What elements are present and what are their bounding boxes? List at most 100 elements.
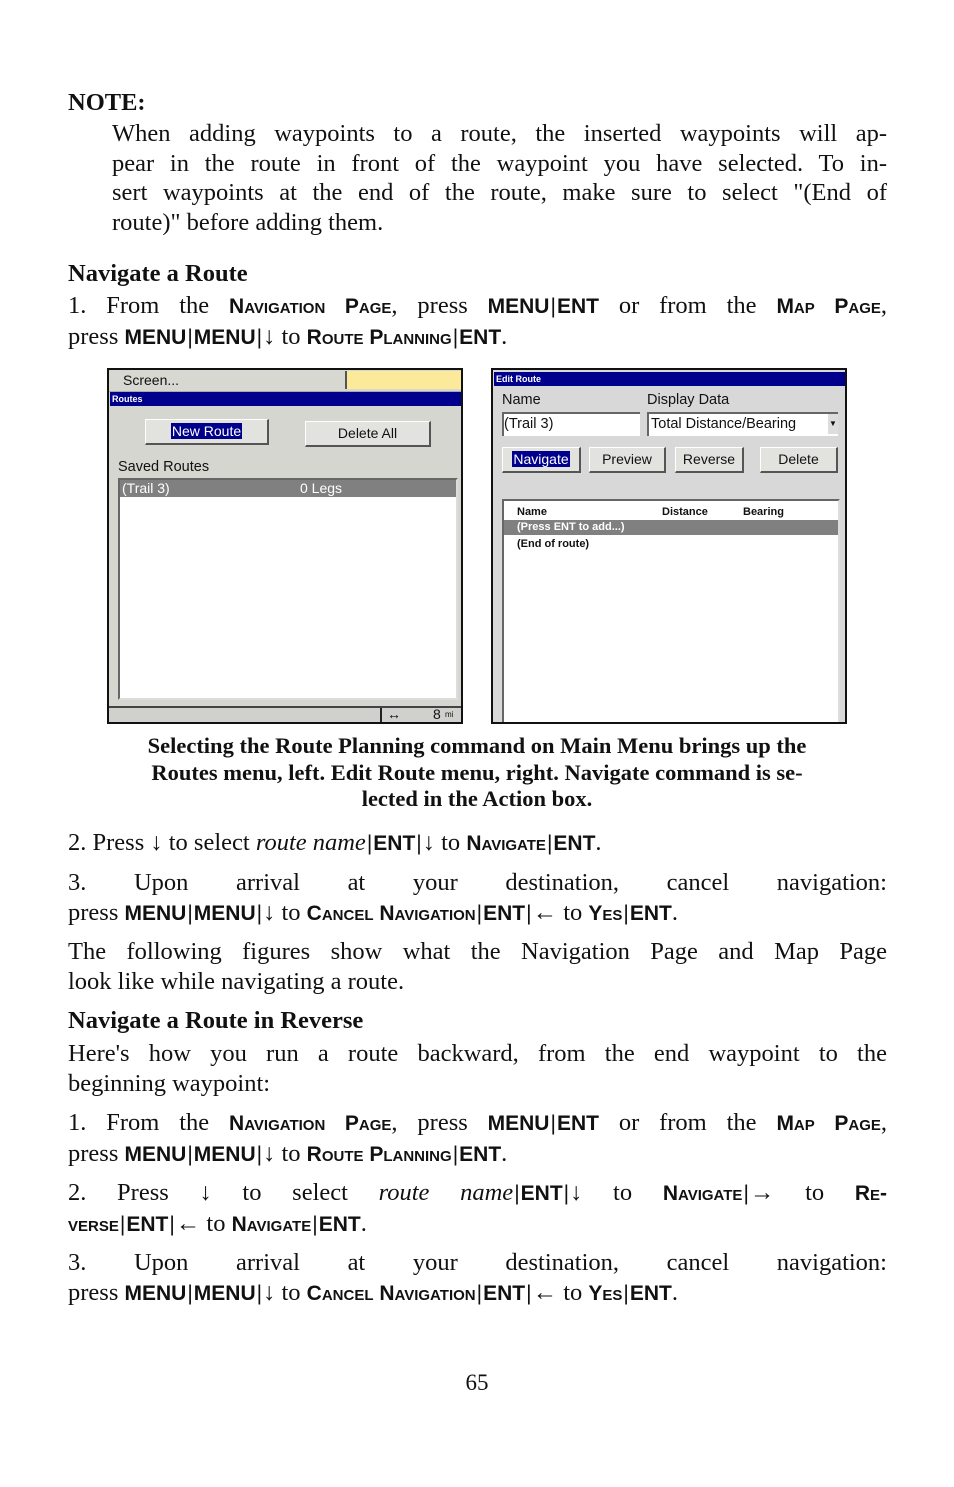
key-name: MENU (193, 325, 256, 349)
text-segment: press (68, 898, 125, 926)
text-segment: Here's how you run a route backward, fro… (68, 1040, 887, 1067)
display-data-select[interactable]: Total Distance/Bearing ▼ (647, 412, 838, 436)
navigate-button[interactable]: Navigate (502, 447, 581, 473)
text-segment: route)" before adding them. (112, 209, 384, 237)
column-bearing: Bearing (743, 506, 784, 518)
key-separator: | (312, 1212, 318, 1236)
text-segment: 2. Press (68, 829, 151, 856)
text-line: 3. Upon arrival at your destination, can… (68, 1248, 887, 1278)
section-heading-navigate-route: Navigate a Route (68, 260, 248, 287)
saved-routes-list[interactable]: (Trail 3) 0 Legs (118, 478, 458, 700)
key-name: ENT (629, 901, 672, 925)
menu-command: Cancel Navigation (306, 901, 476, 925)
text-segment: . (501, 1139, 508, 1167)
name-label: Name (502, 392, 541, 408)
text-line: look like while navigating a route. (68, 967, 887, 997)
menu-command: Navigation Page (229, 1112, 392, 1135)
text-segment: . (360, 1209, 367, 1237)
text-line: 2. Press ↓ to select route name|ENT|↓ to… (68, 1178, 887, 1209)
text-segment: 1. From the (68, 1109, 230, 1136)
key-name: MENU (124, 325, 187, 349)
key-name: MENU (124, 901, 187, 925)
key-separator: | (526, 901, 532, 925)
text-segment: ↓ (570, 1179, 583, 1206)
text-segment: to (435, 829, 467, 856)
delete-all-button[interactable]: Delete All (305, 421, 431, 447)
text-segment: press (68, 322, 125, 350)
text-segment: ← (532, 898, 558, 926)
route-row[interactable]: (Trail 3) 0 Legs (120, 480, 456, 497)
menu-command: verse (68, 1212, 119, 1236)
key-separator: | (563, 1182, 570, 1205)
key-separator: | (526, 1281, 532, 1305)
waypoint-list[interactable]: Name Distance Bearing (Press ENT to add.… (502, 499, 840, 722)
reverse-button[interactable]: Reverse (675, 447, 744, 473)
key-name: MENU (124, 1281, 187, 1305)
text-segment: ← (532, 1278, 558, 1306)
page-number: 65 (465, 1370, 489, 1395)
text-segment: pear in the route in front of the waypoi… (112, 149, 887, 177)
screen-menu-item[interactable]: Screen... (123, 372, 179, 388)
text-segment: ↓ (150, 829, 163, 856)
text-segment: ← (175, 1209, 201, 1237)
new-route-button[interactable]: New Route (145, 419, 269, 445)
key-separator: | (169, 1212, 175, 1236)
key-name: ENT (629, 1281, 672, 1305)
text-segment: to (557, 898, 589, 926)
edit-route-screen: Edit Route Name Display Data (Trail 3) T… (491, 368, 847, 724)
text-segment: to (275, 322, 307, 350)
text-segment: to (275, 898, 307, 926)
scale-arrows-icon: ↔ (387, 706, 401, 722)
chevron-down-icon[interactable]: ▼ (828, 414, 838, 434)
text-line: route)" before adding them. (112, 208, 887, 238)
new-route-label: New Route (170, 423, 243, 439)
menu-command: Cancel Navigation (306, 1281, 476, 1305)
text-segment: , press (391, 292, 488, 319)
step-3: 3. Upon arrival at your destination, can… (68, 868, 887, 928)
text-segment: to (275, 1139, 307, 1167)
key-name: ENT (126, 1212, 169, 1236)
text-line: beginning waypoint: (68, 1069, 887, 1099)
text-segment: or from the (598, 1109, 777, 1136)
menu-command: Route Planning (306, 1142, 452, 1166)
menu-command: Route Planning (306, 325, 452, 349)
key-separator: | (476, 901, 483, 925)
text-segment: press (68, 1139, 125, 1167)
key-separator: | (743, 1182, 749, 1205)
preview-button[interactable]: Preview (589, 447, 666, 473)
list-item[interactable]: (Press ENT to add...) (504, 520, 838, 535)
key-separator: | (187, 1281, 193, 1305)
menu-strip: Screen... (109, 370, 461, 392)
text-segment: look like while navigating a route. (68, 967, 405, 995)
name-input[interactable]: (Trail 3) (502, 412, 640, 436)
key-name: MENU (193, 901, 256, 925)
text-segment: ↓ (263, 1278, 276, 1306)
text-segment: sert waypoints at the end of the route, … (112, 179, 887, 207)
key-name: MENU (193, 1142, 256, 1166)
caption-line: Selecting the Route Planning command on … (147, 733, 807, 758)
text-segment: , (880, 1109, 887, 1136)
text-segment: , (880, 292, 887, 319)
text-line: 1. From the Navigation Page, press MENU|… (68, 291, 887, 322)
key-name: ENT (459, 325, 502, 349)
text-line: pear in the route in front of the waypoi… (112, 149, 887, 179)
key-separator: | (187, 901, 193, 925)
reverse-step-3: 3. Upon arrival at your destination, can… (68, 1248, 887, 1308)
menu-command: Map Page (776, 295, 881, 318)
status-bar: ↔ 8 mi (109, 706, 461, 722)
text-segment: or from the (598, 292, 777, 319)
menu-command: Re- (854, 1182, 888, 1205)
column-name: Name (517, 506, 547, 518)
routes-title-bar: Routes (110, 392, 461, 406)
text-segment: . (501, 322, 508, 350)
key-name: ENT (318, 1212, 361, 1236)
text-segment: ↓ (263, 898, 276, 926)
delete-button[interactable]: Delete (760, 447, 838, 473)
caption-line: lected in the Action box. (361, 786, 593, 811)
text-segment: → (749, 1179, 775, 1206)
text-segment: to (774, 1179, 855, 1206)
text-line: press MENU|MENU|↓ to Route Planning|ENT. (68, 322, 887, 353)
text-segment: ↓ (263, 322, 276, 350)
key-separator: | (550, 1112, 556, 1135)
end-of-route-row[interactable]: (End of route) (517, 538, 589, 550)
